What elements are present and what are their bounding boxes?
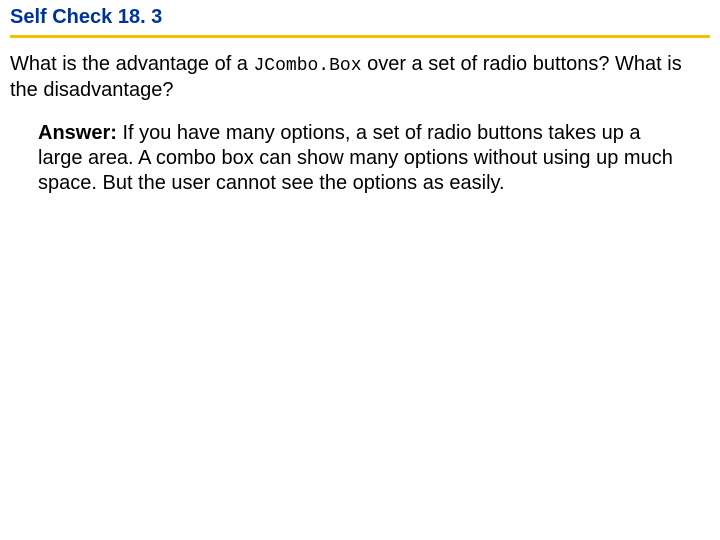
code-token: JCombo.Box: [254, 56, 362, 76]
slide: Self Check 18. 3 What is the advantage o…: [0, 0, 720, 540]
slide-title: Self Check 18. 3: [10, 6, 710, 35]
answer-label: Answer:: [38, 122, 117, 144]
title-underline: [10, 35, 710, 38]
question-part1: What is the advantage of a: [10, 53, 254, 75]
answer-text: If you have many options, a set of radio…: [38, 122, 673, 194]
answer-block: Answer: If you have many options, a set …: [10, 103, 710, 196]
question-text: What is the advantage of a JCombo.Box ov…: [10, 52, 710, 103]
